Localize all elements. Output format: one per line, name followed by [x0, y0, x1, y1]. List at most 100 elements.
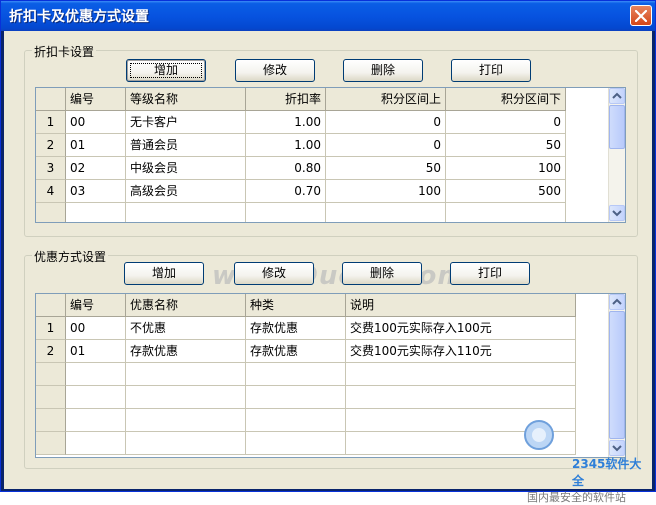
scroll-up-button[interactable] [609, 88, 625, 104]
cell-empty[interactable] [126, 363, 246, 386]
cell-points-upper[interactable]: 0 [326, 134, 446, 157]
cell-discount-rate[interactable]: 1.00 [246, 111, 326, 134]
cell-empty[interactable] [246, 409, 346, 432]
cell-type[interactable]: 存款优惠 [246, 340, 346, 363]
cell-points-upper[interactable]: 0 [326, 111, 446, 134]
scroll-thumb[interactable] [609, 105, 625, 149]
col-header-type[interactable]: 种类 [246, 294, 346, 317]
arrow-down-icon [612, 210, 622, 217]
cell-empty[interactable] [246, 363, 346, 386]
cell-discount-rate[interactable]: 0.70 [246, 180, 326, 203]
cell-empty[interactable] [346, 386, 576, 409]
col-header-points-upper[interactable]: 积分区间上 [326, 88, 446, 111]
row-number-empty[interactable] [36, 203, 66, 222]
cell-code[interactable]: 03 [66, 180, 126, 203]
cell-empty[interactable] [126, 203, 246, 222]
cell-level-name[interactable]: 高级会员 [126, 180, 246, 203]
cell-empty[interactable] [66, 432, 126, 455]
row-number[interactable]: 1 [36, 317, 66, 340]
cell-code[interactable]: 01 [66, 340, 126, 363]
promo-edit-button[interactable]: 修改 [234, 262, 314, 285]
cell-code[interactable]: 00 [66, 317, 126, 340]
row-number[interactable]: 2 [36, 134, 66, 157]
col-header-level-name[interactable]: 等级名称 [126, 88, 246, 111]
scroll-down-button[interactable] [609, 205, 625, 221]
cell-empty[interactable] [446, 203, 566, 222]
title-bar[interactable]: 折扣卡及优惠方式设置 [1, 1, 655, 31]
row-number-empty[interactable] [36, 409, 66, 432]
cell-empty[interactable] [326, 203, 446, 222]
row-number-empty[interactable] [36, 386, 66, 409]
scroll-up-button[interactable] [609, 294, 625, 310]
cell-empty[interactable] [246, 203, 326, 222]
logo-slogan: 国内最安全的软件站 [527, 491, 626, 504]
cell-points-upper[interactable]: 50 [326, 157, 446, 180]
cell-level-name[interactable]: 中级会员 [126, 157, 246, 180]
cell-discount-rate[interactable]: 1.00 [246, 134, 326, 157]
row-number[interactable]: 4 [36, 180, 66, 203]
cell-level-name[interactable]: 无卡客户 [126, 111, 246, 134]
cell-discount-rate[interactable]: 0.80 [246, 157, 326, 180]
promo-add-button[interactable]: 增加 [124, 262, 204, 285]
cell-points-upper[interactable]: 100 [326, 180, 446, 203]
cell-promo-name[interactable]: 不优惠 [126, 317, 246, 340]
grid-corner [36, 88, 66, 111]
cell-points-lower[interactable]: 50 [446, 134, 566, 157]
cell-description[interactable]: 交费100元实际存入110元 [346, 340, 576, 363]
col-header-description[interactable]: 说明 [346, 294, 576, 317]
cell-points-lower[interactable]: 500 [446, 180, 566, 203]
cell-points-lower[interactable]: 0 [446, 111, 566, 134]
cell-empty[interactable] [126, 386, 246, 409]
col-header-promo-name[interactable]: 优惠名称 [126, 294, 246, 317]
cell-code[interactable]: 02 [66, 157, 126, 180]
cell-empty[interactable] [66, 409, 126, 432]
row-number[interactable]: 3 [36, 157, 66, 180]
cell-empty[interactable] [346, 363, 576, 386]
cell-type[interactable]: 存款优惠 [246, 317, 346, 340]
scroll-thumb[interactable] [609, 311, 625, 439]
promo-print-label: 打印 [477, 266, 502, 280]
row-number-empty[interactable] [36, 363, 66, 386]
cell-empty[interactable] [246, 432, 346, 455]
cell-empty[interactable] [126, 409, 246, 432]
close-button[interactable] [630, 5, 652, 26]
discount-print-button[interactable]: 打印 [451, 59, 531, 82]
promo-print-button[interactable]: 打印 [450, 262, 530, 285]
cell-empty[interactable] [66, 363, 126, 386]
col-header-discount-rate[interactable]: 折扣率 [246, 88, 326, 111]
logo-text: 2345软件大全 [572, 457, 642, 488]
cell-promo-name[interactable]: 存款优惠 [126, 340, 246, 363]
scroll-down-button[interactable] [609, 440, 625, 456]
dialog-window: 折扣卡及优惠方式设置 折扣卡设置 增加 修改 删除 打印 编号 等级名称 折扣率… [0, 0, 656, 504]
cell-empty[interactable] [66, 203, 126, 222]
discount-edit-button[interactable]: 修改 [235, 59, 315, 82]
cell-points-lower[interactable]: 100 [446, 157, 566, 180]
discount-add-button[interactable]: 增加 [126, 59, 206, 82]
arrow-up-icon [612, 298, 622, 305]
row-number-empty[interactable] [36, 432, 66, 455]
cell-description[interactable]: 交费100元实际存入100元 [346, 317, 576, 340]
promo-add-label: 增加 [151, 266, 176, 280]
discount-group-legend: 折扣卡设置 [32, 43, 97, 60]
close-icon [635, 10, 647, 22]
promo-delete-button[interactable]: 删除 [342, 262, 422, 285]
col-header-code[interactable]: 编号 [66, 88, 126, 111]
col-header-points-lower[interactable]: 积分区间下 [446, 88, 566, 111]
discount-grid[interactable]: 编号 等级名称 折扣率 积分区间上 积分区间下 1 00 无卡客户 1.00 0… [35, 87, 626, 223]
focus-ring [130, 63, 202, 78]
discount-delete-label: 删除 [370, 63, 395, 77]
cell-empty[interactable] [246, 386, 346, 409]
discount-grid-scrollbar[interactable] [608, 88, 625, 222]
row-number[interactable]: 2 [36, 340, 66, 363]
cell-code[interactable]: 00 [66, 111, 126, 134]
row-number[interactable]: 1 [36, 111, 66, 134]
cell-level-name[interactable]: 普通会员 [126, 134, 246, 157]
col-header-code[interactable]: 编号 [66, 294, 126, 317]
promotion-grid-scrollbar[interactable] [608, 294, 625, 457]
arrow-up-icon [612, 92, 622, 99]
cell-empty[interactable] [66, 386, 126, 409]
cell-empty[interactable] [126, 432, 246, 455]
cell-code[interactable]: 01 [66, 134, 126, 157]
discount-delete-button[interactable]: 删除 [343, 59, 423, 82]
discount-edit-label: 修改 [262, 63, 287, 77]
